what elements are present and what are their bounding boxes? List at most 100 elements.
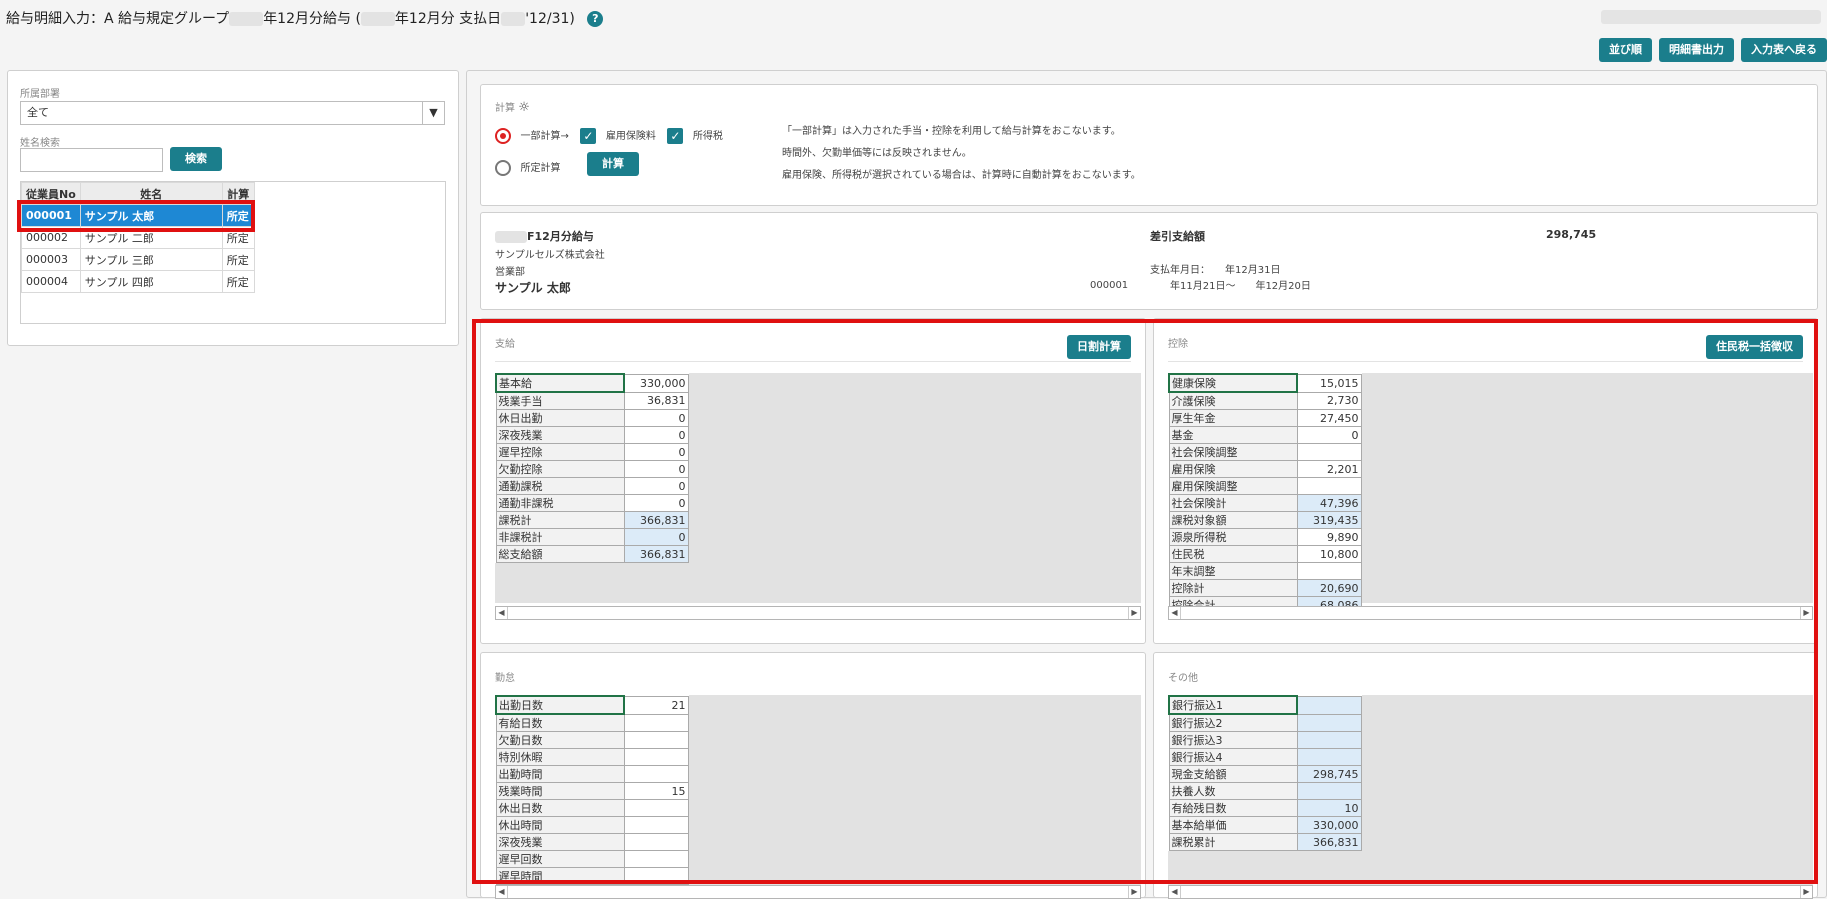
sheet-row[interactable]: 健康保険 15,015 [1168,373,1362,393]
fixed-calc-radio[interactable] [495,160,511,176]
sheet-item-value[interactable] [1296,477,1362,495]
dept-select[interactable]: 全て ▼ [20,101,445,125]
sheet-row[interactable]: 社会保険調整 [1168,443,1362,461]
sheet-row[interactable]: 遅早回数 [495,850,689,868]
sheet-row[interactable]: 通勤課税 0 [495,477,689,495]
sheet-row[interactable]: 銀行振込1 [1168,695,1362,715]
sheet-row[interactable]: 源泉所得税 9,890 [1168,528,1362,546]
sheet-item-value[interactable]: 0 [623,477,689,495]
employee-row[interactable]: 000002 サンプル 二郎 所定 [21,226,255,249]
sheet-row[interactable]: 遅早時間 [495,867,689,885]
sheet-item-value[interactable]: 36,831 [623,391,689,410]
sheet-row[interactable]: 課税計 366,831 [495,511,689,529]
sheet-row[interactable]: 銀行振込3 [1168,731,1362,749]
sheet-row[interactable]: 休日出勤 0 [495,409,689,427]
sheet-row[interactable]: 銀行振込2 [1168,713,1362,732]
sheet-item-value[interactable]: 15,015 [1296,373,1362,393]
sheet-item-value[interactable]: 47,396 [1296,494,1362,512]
sheet-row[interactable]: 遅早控除 0 [495,443,689,461]
sheet-row[interactable]: 出勤日数 21 [495,695,689,715]
sheet-item-value[interactable]: 10,800 [1296,545,1362,563]
sheet-row[interactable]: 深夜残業 [495,833,689,851]
sheet-item-value[interactable] [1296,443,1362,461]
sheet-item-value[interactable]: 330,000 [1296,816,1362,834]
sheet-item-value[interactable] [623,765,689,783]
sheet-row[interactable]: 現金支給額 298,745 [1168,765,1362,783]
sheet-row[interactable]: 残業手当 36,831 [495,391,689,410]
sheet-row[interactable]: 課税累計 366,831 [1168,833,1362,851]
sheet-row[interactable]: 出勤時間 [495,765,689,783]
sheet-item-value[interactable]: 0 [623,494,689,512]
sheet-item-value[interactable]: 366,831 [1296,833,1362,851]
sheet-item-value[interactable] [1296,713,1362,732]
sheet-item-value[interactable]: 0 [623,443,689,461]
sheet-row[interactable]: 非課税計 0 [495,528,689,546]
sheet-item-value[interactable] [623,731,689,749]
employee-row[interactable]: 000004 サンプル 四郎 所定 [21,270,255,293]
sheet-row[interactable]: 介護保険 2,730 [1168,391,1362,410]
sheet-item-value[interactable] [623,748,689,766]
sheet-item-value[interactable]: 2,201 [1296,460,1362,478]
sheet-item-value[interactable]: 330,000 [623,373,689,393]
prorate-calc-button[interactable]: 日割計算 [1067,335,1131,359]
sheet-item-value[interactable] [623,799,689,817]
sheet-item-value[interactable] [1296,748,1362,766]
sheet-row[interactable]: 銀行振込4 [1168,748,1362,766]
sheet-item-value[interactable]: 0 [623,426,689,444]
sheet-row[interactable]: 基本給 330,000 [495,373,689,393]
sheet-item-value[interactable]: 10 [1296,799,1362,817]
scroll-left-icon[interactable]: ◀ [1169,886,1181,898]
resident-tax-lump-button[interactable]: 住民税一括徴収 [1706,335,1803,359]
sheet-row[interactable]: 基本給単価 330,000 [1168,816,1362,834]
scroll-right-icon[interactable]: ▶ [1800,607,1812,619]
sheet-row[interactable]: 有給日数 [495,713,689,732]
search-button[interactable]: 検索 [170,147,222,171]
sheet-item-value[interactable] [1296,731,1362,749]
income-tax-checkbox[interactable]: ✓ [667,128,684,144]
partial-calc-radio[interactable] [495,128,511,144]
horizontal-scrollbar[interactable]: ◀ ▶ [1168,885,1813,899]
sheet-row[interactable]: 休出日数 [495,799,689,817]
sheet-item-value[interactable]: 319,435 [1296,511,1362,529]
sheet-item-value[interactable]: 366,831 [623,511,689,529]
col-name[interactable]: 姓名 [79,182,223,205]
sheet-item-value[interactable] [1296,695,1362,715]
sheet-item-value[interactable] [623,816,689,834]
sheet-row[interactable]: 扶養人数 [1168,782,1362,800]
sheet-item-value[interactable]: 20,690 [1296,579,1362,597]
sheet-item-value[interactable]: 9,890 [1296,528,1362,546]
scroll-left-icon[interactable]: ◀ [496,886,508,898]
sheet-row[interactable]: 基金 0 [1168,426,1362,444]
sheet-item-value[interactable]: 0 [623,460,689,478]
sheet-item-value[interactable]: 366,831 [623,545,689,563]
sheet-row[interactable]: 残業時間 15 [495,782,689,800]
sheet-row[interactable]: 通勤非課税 0 [495,494,689,512]
sheet-row[interactable]: 総支給額 366,831 [495,545,689,563]
question-circle-icon[interactable]: ? [587,11,604,27]
sheet-item-value[interactable] [623,850,689,868]
name-search-input[interactable] [20,148,163,172]
col-calc[interactable]: 計算 [221,182,255,205]
scroll-right-icon[interactable]: ▶ [1800,886,1812,898]
scroll-left-icon[interactable]: ◀ [496,607,508,619]
sheet-item-value[interactable]: 2,730 [1296,391,1362,410]
employee-row[interactable]: 000001 サンプル 太郎 所定 [21,204,255,227]
sheet-item-value[interactable] [623,867,689,885]
sheet-row[interactable]: 欠勤日数 [495,731,689,749]
sheet-row[interactable]: 特別休暇 [495,748,689,766]
print-statement-button[interactable]: 明細書出力 [1659,38,1734,62]
sheet-item-value[interactable]: 0 [623,409,689,427]
sheet-item-value[interactable]: 27,450 [1296,409,1362,427]
sheet-row[interactable]: 休出時間 [495,816,689,834]
sheet-item-value[interactable]: 298,745 [1296,765,1362,783]
horizontal-scrollbar[interactable]: ◀ ▶ [495,606,1141,620]
horizontal-scrollbar[interactable]: ◀ ▶ [1168,606,1813,620]
dropdown-arrow-icon[interactable]: ▼ [422,102,444,124]
sheet-row[interactable]: 住民税 10,800 [1168,545,1362,563]
sheet-row[interactable]: 厚生年金 27,450 [1168,409,1362,427]
sheet-item-value[interactable]: 21 [623,695,689,715]
back-to-input-button[interactable]: 入力表へ戻る [1741,38,1827,62]
col-employee-no[interactable]: 従業員No [21,182,81,205]
sheet-item-value[interactable] [1296,782,1362,800]
sheet-item-value[interactable] [623,833,689,851]
